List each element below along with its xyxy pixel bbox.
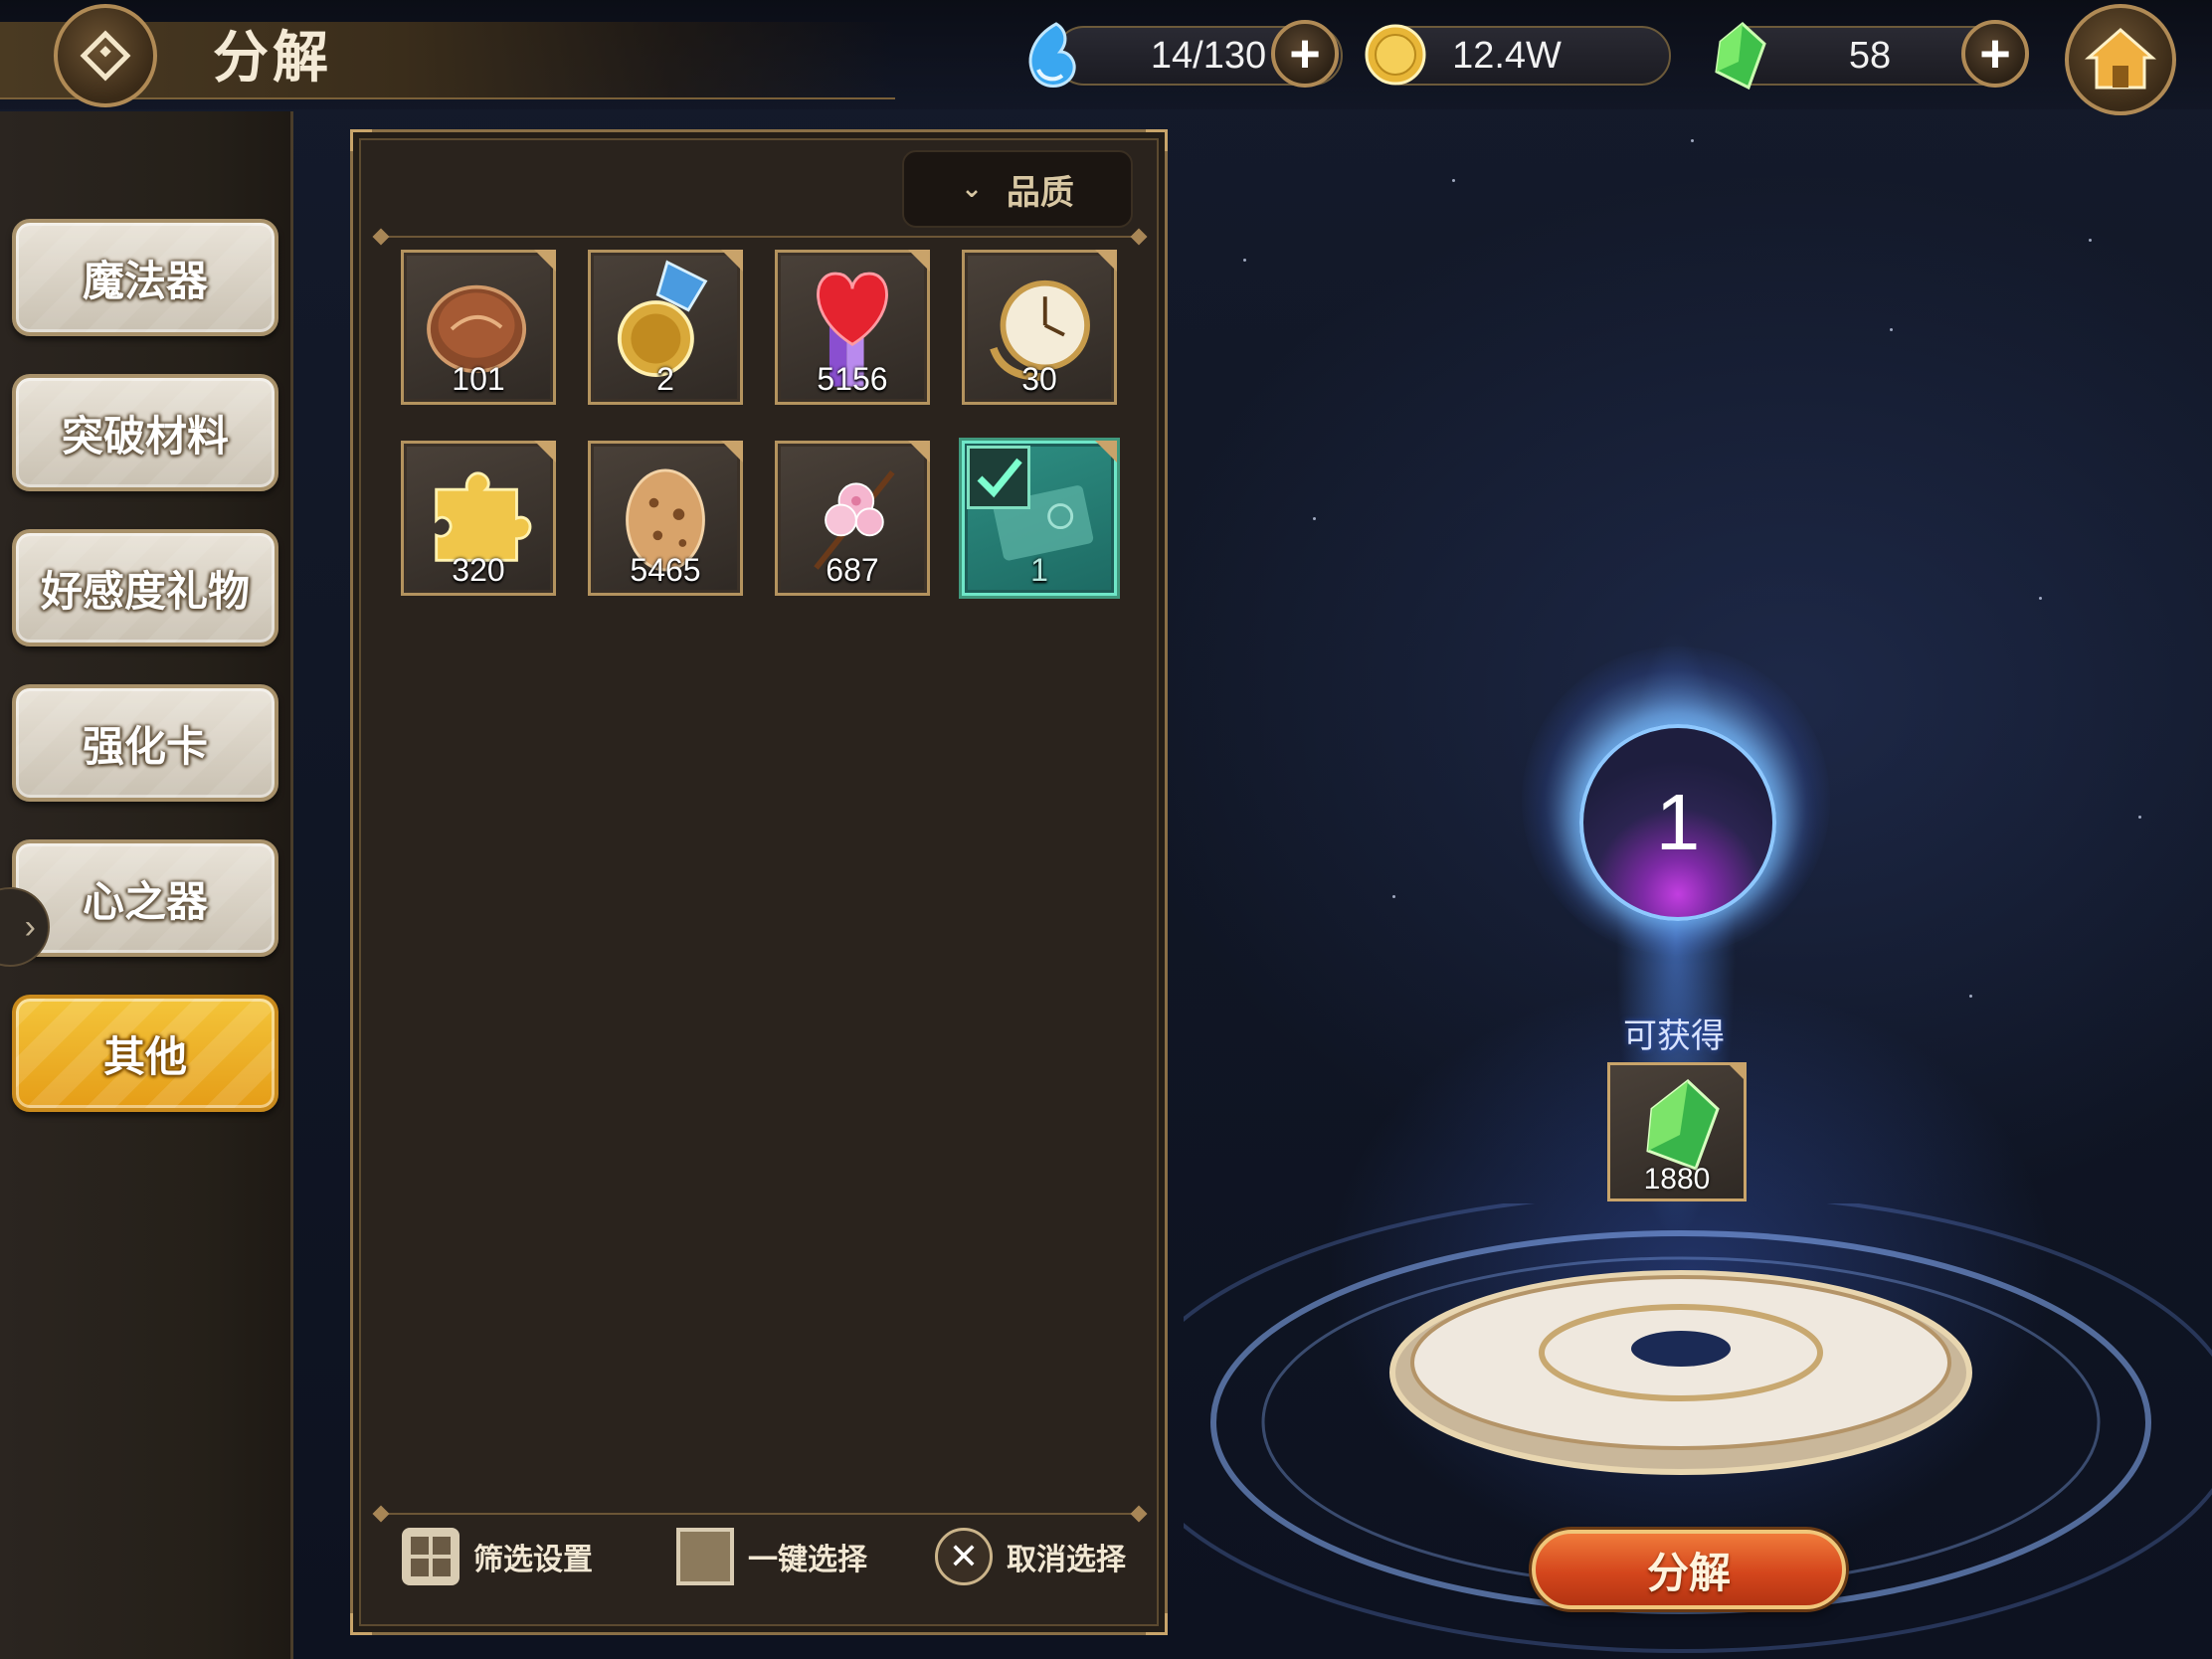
category-sidebar: 魔法器 突破材料 好感度礼物 强化卡 心之器 其他 › [0, 111, 293, 1659]
checkmark-icon [967, 446, 1030, 509]
tab-label: 心之器 [82, 876, 208, 926]
decompose-button[interactable]: 分解 [1532, 1530, 1846, 1609]
select-all-control[interactable]: 一键选择 [676, 1522, 867, 1591]
chevron-right-icon: › [24, 907, 36, 946]
tab-label: 强化卡 [82, 721, 208, 771]
add-stamina-button[interactable]: + [1271, 20, 1339, 88]
item-slot[interactable]: 320 [401, 441, 556, 596]
cancel-select-label: 取消选择 [1007, 1543, 1126, 1577]
reward-slot[interactable]: 1880 [1607, 1062, 1747, 1201]
green-gem-icon [1715, 22, 1766, 91]
divider [381, 1513, 1139, 1515]
top-bar: 分解 14/130 + 12.4W 58 + [0, 0, 2212, 115]
item-slot-selected[interactable]: 1 [962, 441, 1117, 596]
divider [381, 236, 1139, 238]
quality-filter-label: 品质 [1006, 172, 1074, 213]
item-count: 2 [656, 361, 674, 397]
home-icon [2085, 28, 2156, 90]
item-slot[interactable]: 2 [588, 250, 743, 405]
tab-magic-device[interactable]: 魔法器 [12, 219, 278, 336]
tab-other[interactable]: 其他 [12, 995, 278, 1112]
close-circle-icon: ✕ [935, 1528, 993, 1585]
item-count: 30 [1021, 361, 1057, 397]
filter-settings-control[interactable]: 筛选设置 [402, 1522, 593, 1591]
item-slot[interactable]: 30 [962, 250, 1117, 405]
back-button[interactable] [54, 4, 157, 107]
checkbox-icon [676, 1528, 734, 1585]
inventory-panel: ⌄ 品质 101 2 5156 30 320 5465 687 1 [350, 129, 1168, 1635]
quality-filter-dropdown[interactable]: ⌄ 品质 [902, 150, 1133, 228]
reward-count: 1880 [1643, 1163, 1711, 1196]
item-count: 5465 [630, 552, 701, 588]
tab-affection-gift[interactable]: 好感度礼物 [12, 529, 278, 646]
tab-enhance-card[interactable]: 强化卡 [12, 684, 278, 802]
decompose-button-label: 分解 [1646, 1548, 1731, 1597]
panel-corner [350, 129, 372, 151]
grid-icon [402, 1528, 460, 1585]
item-count: 687 [826, 552, 879, 588]
item-slot[interactable]: 5156 [775, 250, 930, 405]
select-all-label: 一键选择 [748, 1543, 867, 1577]
item-slot[interactable]: 101 [401, 250, 556, 405]
back-diamond-icon [80, 30, 131, 82]
tab-label: 其他 [102, 1031, 187, 1081]
panel-corner [350, 1613, 372, 1635]
panel-corner [1146, 1613, 1168, 1635]
tab-label: 魔法器 [82, 256, 208, 305]
tab-label: 突破材料 [61, 411, 229, 461]
tab-breakthrough-material[interactable]: 突破材料 [12, 374, 278, 491]
chevron-down-icon: ⌄ [961, 174, 983, 204]
selected-count: 1 [1655, 778, 1701, 866]
panel-corner [1146, 129, 1168, 151]
item-slot[interactable]: 5465 [588, 441, 743, 596]
gold-value: 12.4W [1452, 34, 1562, 77]
item-count: 1 [1030, 552, 1048, 588]
gem-value: 58 [1848, 34, 1892, 77]
item-count: 101 [452, 361, 505, 397]
filter-settings-label: 筛选设置 [473, 1543, 593, 1577]
tab-label: 好感度礼物 [40, 566, 250, 616]
tab-heart-device[interactable]: 心之器 [12, 839, 278, 957]
page-title: 分解 [213, 25, 332, 91]
gold-coin-icon [1365, 24, 1426, 86]
home-button[interactable] [2065, 4, 2176, 115]
add-gem-button[interactable]: + [1961, 20, 2029, 88]
selected-count-orb: 1 [1579, 724, 1776, 921]
cancel-select-control[interactable]: ✕ 取消选择 [935, 1522, 1126, 1591]
obtain-label: 可获得 [1623, 1016, 1725, 1056]
stamina-value: 14/130 [1150, 34, 1267, 77]
item-count: 320 [452, 552, 505, 588]
item-count: 5156 [817, 361, 888, 397]
stamina-drop-icon [1028, 22, 1076, 88]
item-slot[interactable]: 687 [775, 441, 930, 596]
